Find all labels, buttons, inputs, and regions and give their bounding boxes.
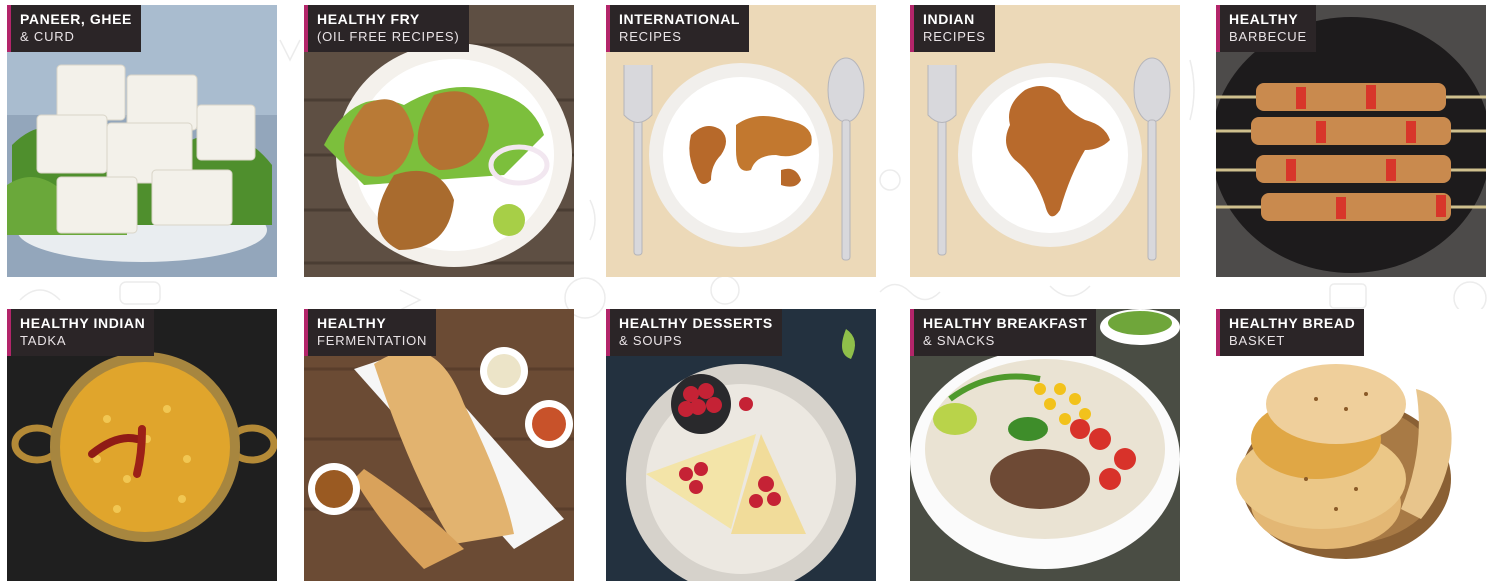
category-title: INTERNATIONAL <box>619 11 741 27</box>
category-label: HEALTHY INDIAN TADKA <box>7 309 155 356</box>
category-label: PANEER, GHEE & CURD <box>7 5 141 52</box>
category-subtitle: & SNACKS <box>923 333 996 348</box>
category-label: HEALTHY BARBECUE <box>1216 5 1316 52</box>
category-label: HEALTHY FERMENTATION <box>304 309 437 356</box>
category-label: HEALTHY FRY (OIL FREE RECIPES) <box>304 5 469 52</box>
category-subtitle: BASKET <box>1229 333 1286 348</box>
category-title: HEALTHY DESSERTS <box>619 315 773 331</box>
category-title: HEALTHY BREAD <box>1229 315 1356 331</box>
category-label: HEALTHY BREAKFAST & SNACKS <box>910 309 1097 356</box>
category-title: PANEER, GHEE <box>20 11 132 27</box>
category-tile-paneer-ghee-curd[interactable]: PANEER, GHEE & CURD <box>7 5 277 277</box>
category-tile-international-recipes[interactable]: INTERNATIONAL RECIPES <box>606 5 876 277</box>
category-title: HEALTHY INDIAN <box>20 315 146 331</box>
category-label: HEALTHY DESSERTS & SOUPS <box>606 309 782 356</box>
category-title: INDIAN <box>923 11 975 27</box>
category-subtitle: & CURD <box>20 29 75 44</box>
category-title: HEALTHY FRY <box>317 11 420 27</box>
category-tile-healthy-indian-tadka[interactable]: HEALTHY INDIAN TADKA <box>7 309 277 581</box>
category-subtitle: TADKA <box>20 333 67 348</box>
category-subtitle: RECIPES <box>923 29 986 44</box>
category-title: HEALTHY <box>317 315 387 331</box>
category-subtitle: & SOUPS <box>619 333 683 348</box>
category-tile-healthy-desserts-soups[interactable]: HEALTHY DESSERTS & SOUPS <box>606 309 876 581</box>
category-label: HEALTHY BREAD BASKET <box>1216 309 1365 356</box>
recipe-category-grid: PANEER, GHEE & CURD HEALTHY FRY (OIL FRE… <box>0 0 1487 582</box>
category-title: HEALTHY BREAKFAST <box>923 315 1088 331</box>
category-label: INDIAN RECIPES <box>910 5 995 52</box>
category-tile-healthy-fry[interactable]: HEALTHY FRY (OIL FREE RECIPES) <box>304 5 574 277</box>
category-subtitle: RECIPES <box>619 29 682 44</box>
category-subtitle: FERMENTATION <box>317 333 428 348</box>
category-tile-healthy-barbecue[interactable]: HEALTHY BARBECUE <box>1216 5 1486 277</box>
category-tile-healthy-bread-basket[interactable]: HEALTHY BREAD BASKET <box>1216 309 1486 581</box>
category-label: INTERNATIONAL RECIPES <box>606 5 750 52</box>
category-tile-healthy-fermentation[interactable]: HEALTHY FERMENTATION <box>304 309 574 581</box>
category-title: HEALTHY <box>1229 11 1299 27</box>
category-tile-indian-recipes[interactable]: INDIAN RECIPES <box>910 5 1180 277</box>
category-tile-healthy-breakfast-snacks[interactable]: HEALTHY BREAKFAST & SNACKS <box>910 309 1180 581</box>
category-subtitle: (OIL FREE RECIPES) <box>317 29 460 44</box>
category-subtitle: BARBECUE <box>1229 29 1307 44</box>
